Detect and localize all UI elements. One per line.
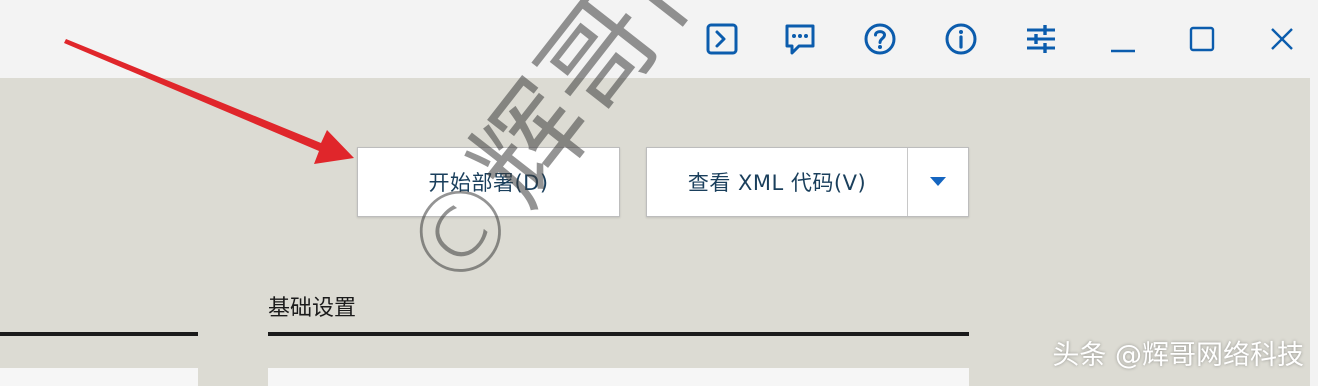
credit-text: 头条 @辉哥网络科技 — [1052, 340, 1304, 371]
red-arrow-annotation — [64, 39, 354, 164]
